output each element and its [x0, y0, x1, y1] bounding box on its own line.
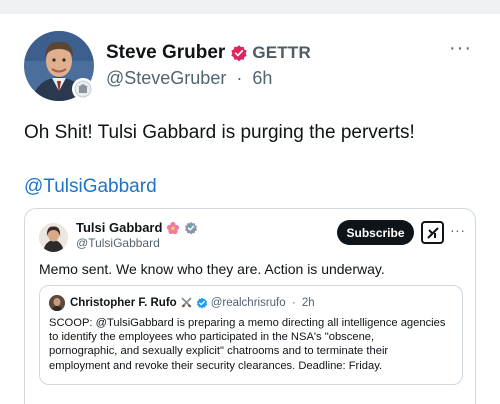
embed-author-name[interactable]: Tulsi Gabbard — [76, 220, 162, 235]
embed-avatar[interactable] — [39, 223, 68, 252]
handle-row: @SteveGruber · 6h — [106, 68, 272, 89]
quoted-post-card[interactable]: Christopher F. Rufo @realchrisrufo · 2h — [39, 285, 463, 385]
quote-author-row: Christopher F. Rufo @realchrisrufo · 2h — [70, 296, 315, 309]
pink-flower-emoji-icon — [166, 221, 180, 235]
top-separator-strip — [0, 0, 500, 14]
embed-author-row: Tulsi Gabbard — [76, 220, 198, 235]
author-handle[interactable]: @SteveGruber — [106, 68, 226, 88]
author-row: Steve Gruber GETTR — [106, 41, 311, 65]
subscribe-button[interactable]: Subscribe — [337, 220, 414, 245]
separator-dot: · — [231, 68, 248, 88]
verified-badge-icon — [230, 44, 248, 62]
author-name[interactable]: Steve Gruber — [106, 42, 225, 64]
more-options-button[interactable]: ··· — [449, 38, 472, 58]
embedded-post-card[interactable]: Tulsi Gabbard @TulsiGabbard Subscribe ··… — [24, 208, 476, 404]
grey-verified-badge-icon — [184, 221, 198, 235]
quote-body: SCOOP: @TulsiGabbard is preparing a memo… — [49, 316, 459, 373]
crossed-swords-emoji-icon — [180, 296, 193, 309]
quote-author-handle[interactable]: @realchrisrufo — [211, 297, 286, 309]
quote-avatar[interactable] — [49, 295, 65, 311]
embed-more-options-button[interactable]: ··· — [450, 222, 466, 238]
quote-line: to identify the employees who participat… — [49, 331, 375, 344]
post-text: Oh Shit! Tulsi Gabbard is purging the pe… — [24, 122, 415, 143]
quote-line: pornographic, and sexually explicit" cha… — [49, 345, 389, 358]
blue-verified-badge-icon — [196, 297, 208, 309]
network-tag: GETTR — [252, 43, 311, 62]
quote-author-name[interactable]: Christopher F. Rufo — [70, 297, 177, 309]
grok-icon[interactable] — [421, 221, 444, 244]
embed-post-text: Memo sent. We know who they are. Action … — [39, 261, 385, 277]
quote-separator-dot: · — [288, 296, 299, 309]
post-time[interactable]: 6h — [252, 68, 272, 88]
quote-line: SCOOP: @TulsiGabbard is preparing a memo… — [49, 317, 446, 329]
embed-author-handle[interactable]: @TulsiGabbard — [76, 236, 160, 250]
quote-line: employment and revoke their security cle… — [49, 359, 383, 372]
mention-link[interactable]: @TulsiGabbard — [24, 176, 157, 198]
quote-time[interactable]: 2h — [302, 297, 315, 309]
gettr-badge-icon — [72, 78, 94, 100]
